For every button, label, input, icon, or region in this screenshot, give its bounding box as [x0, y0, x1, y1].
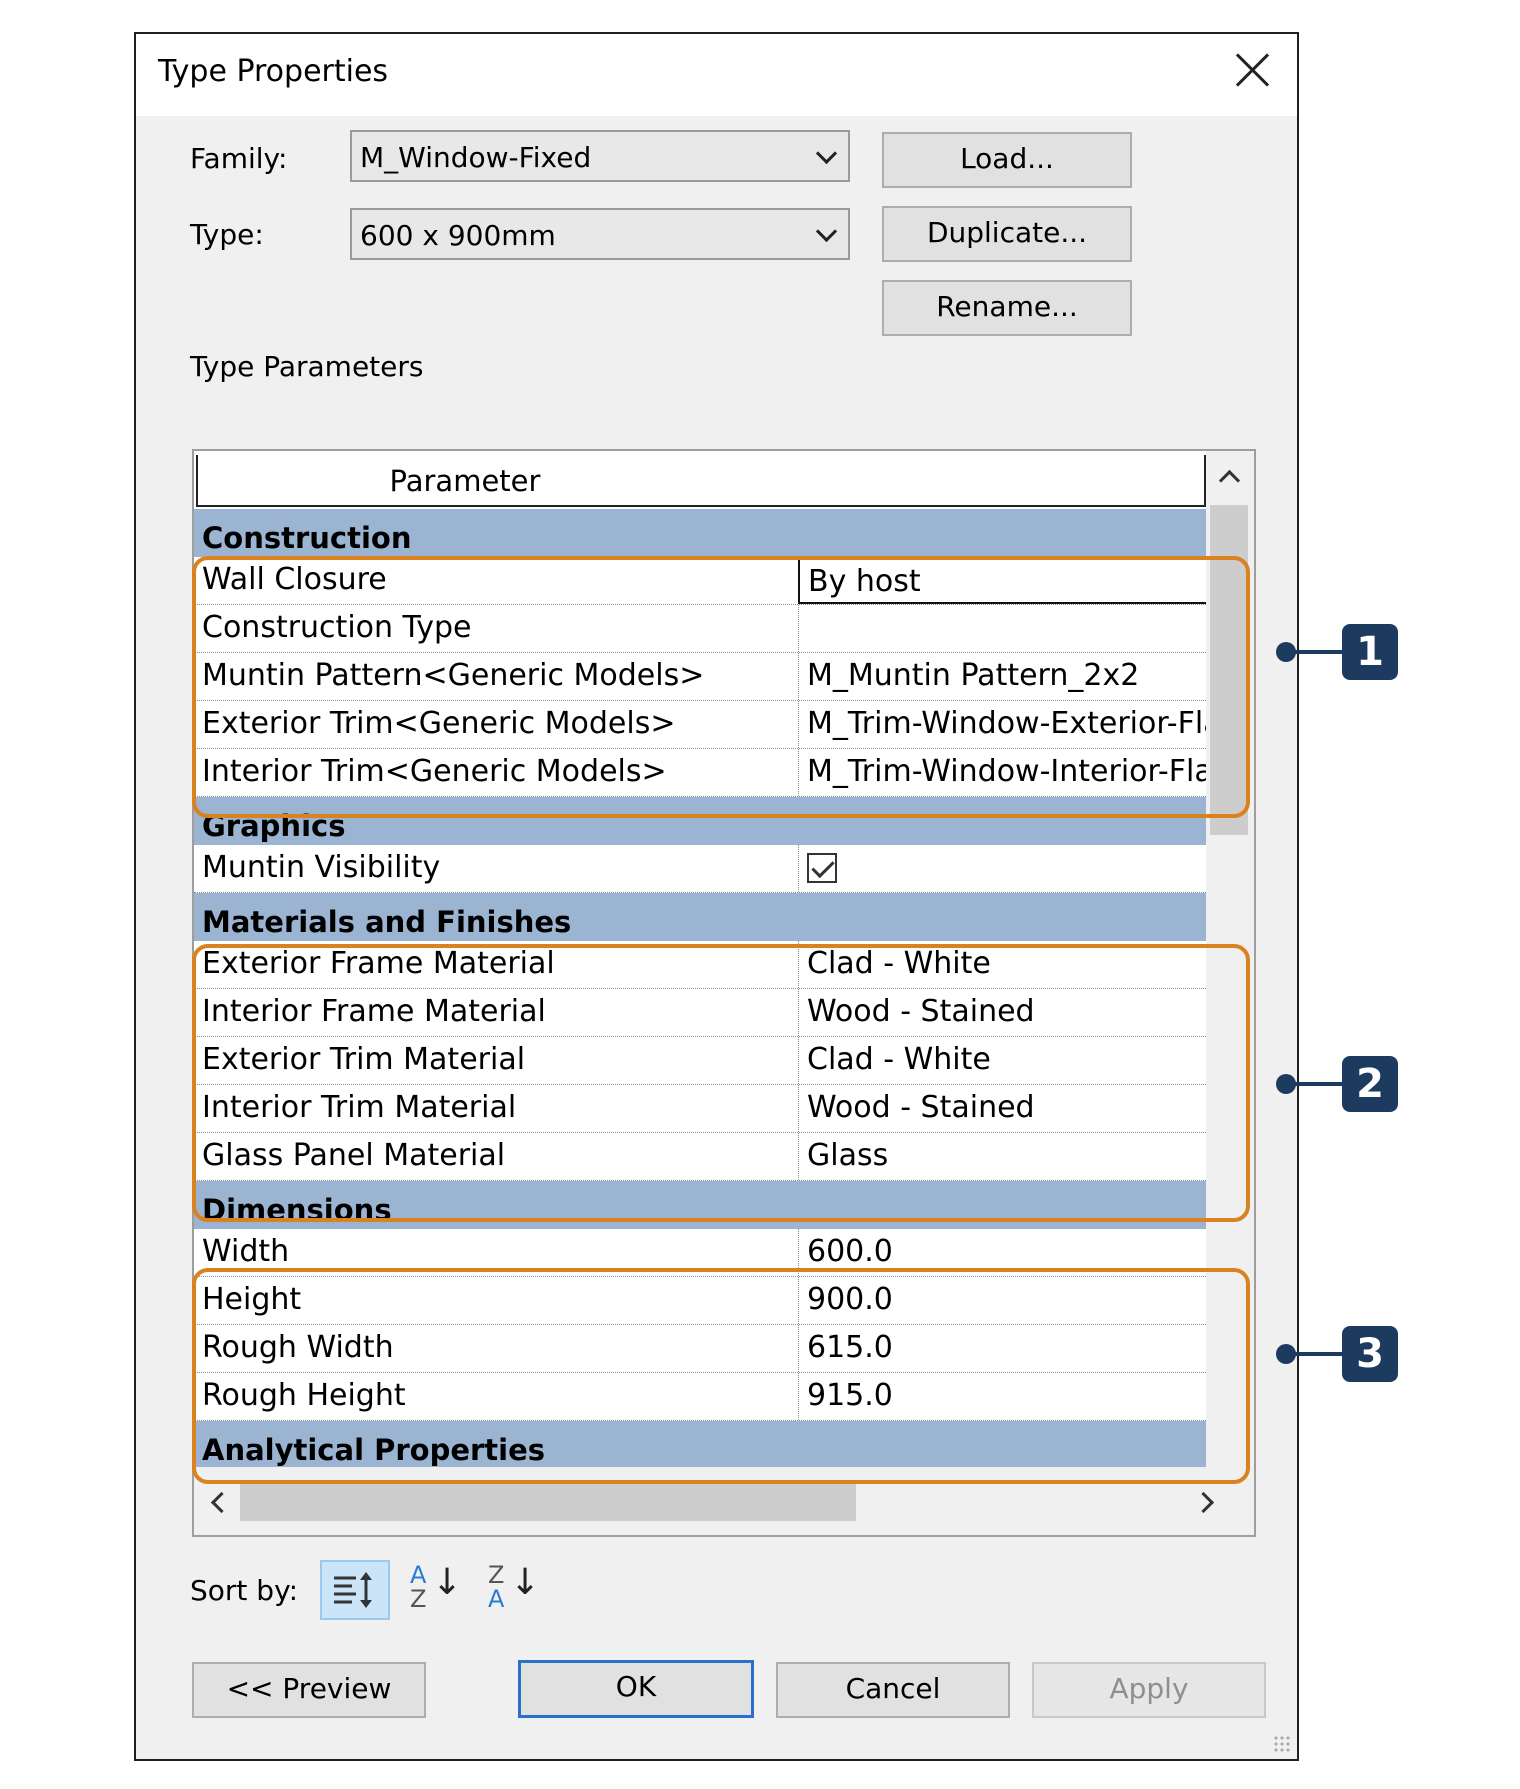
apply-button[interactable]: Apply [1032, 1662, 1266, 1718]
scroll-up-icon[interactable] [1218, 469, 1241, 492]
resize-grip-icon[interactable] [1273, 1735, 1291, 1753]
horizontal-scroll-thumb[interactable] [240, 1483, 856, 1521]
rename-button[interactable]: Rename... [882, 280, 1132, 336]
table-row[interactable]: Muntin Visibility [194, 845, 1206, 893]
callout-badge-3: 3 [1342, 1326, 1398, 1382]
family-value: M_Window-Fixed [360, 141, 592, 174]
type-dropdown[interactable]: 600 x 900mm [350, 208, 850, 260]
highlight-material-params [192, 944, 1250, 1222]
close-icon[interactable] [1231, 48, 1275, 92]
sort-descending-button[interactable]: Z A ↓ [478, 1560, 548, 1620]
muntin-visibility-checkbox[interactable] [807, 853, 837, 883]
family-dropdown[interactable]: M_Window-Fixed [350, 130, 850, 182]
letter-a: A [410, 1561, 427, 1589]
callout-line [1290, 1082, 1342, 1086]
duplicate-button[interactable]: Duplicate... [882, 206, 1132, 262]
highlight-construction-params [192, 556, 1250, 818]
cancel-button[interactable]: Cancel [776, 1662, 1010, 1718]
param-name: Muntin Visibility [202, 850, 441, 885]
chevron-down-icon [815, 142, 838, 165]
column-header-value[interactable] [732, 455, 1206, 507]
callout-badge-2: 2 [1342, 1056, 1398, 1112]
dialog-title: Type Properties [158, 54, 389, 89]
scroll-right-icon[interactable] [1192, 1491, 1215, 1514]
highlight-dimension-params [192, 1268, 1250, 1484]
preview-button[interactable]: << Preview [192, 1662, 426, 1718]
title-bar: Type Properties [136, 34, 1297, 116]
type-properties-dialog: Type Properties Family: M_Window-Fixed L… [134, 32, 1299, 1761]
load-button[interactable]: Load... [882, 132, 1132, 188]
sort-down-arrow-icon: ↓ [510, 1562, 541, 1603]
callout-badge-1: 1 [1342, 624, 1398, 680]
type-label: Type: [190, 218, 264, 251]
callout-line [1290, 650, 1342, 654]
letter-z: Z [488, 1561, 505, 1589]
ok-button[interactable]: OK [518, 1660, 754, 1718]
sort-down-arrow-icon: ↓ [432, 1562, 463, 1603]
grouped-list-icon [334, 1572, 372, 1608]
letter-z: Z [410, 1585, 427, 1613]
letter-a: A [488, 1585, 505, 1613]
sort-by-label: Sort by: [190, 1574, 299, 1607]
category-materials-and-finishes[interactable]: Materials and Finishes [194, 893, 1206, 941]
sort-ascending-button[interactable]: A Z ↓ [400, 1560, 470, 1620]
sort-grouped-button[interactable] [320, 1560, 390, 1620]
column-header-parameter[interactable]: Parameter [196, 455, 734, 507]
type-value: 600 x 900mm [360, 219, 556, 252]
category-construction[interactable]: Construction [194, 509, 1206, 557]
param-value[interactable] [798, 845, 1206, 892]
family-label: Family: [190, 142, 288, 175]
callout-line [1290, 1352, 1342, 1356]
type-parameters-heading: Type Parameters [190, 350, 424, 383]
scroll-left-icon[interactable] [210, 1491, 233, 1514]
chevron-down-icon [815, 220, 838, 243]
